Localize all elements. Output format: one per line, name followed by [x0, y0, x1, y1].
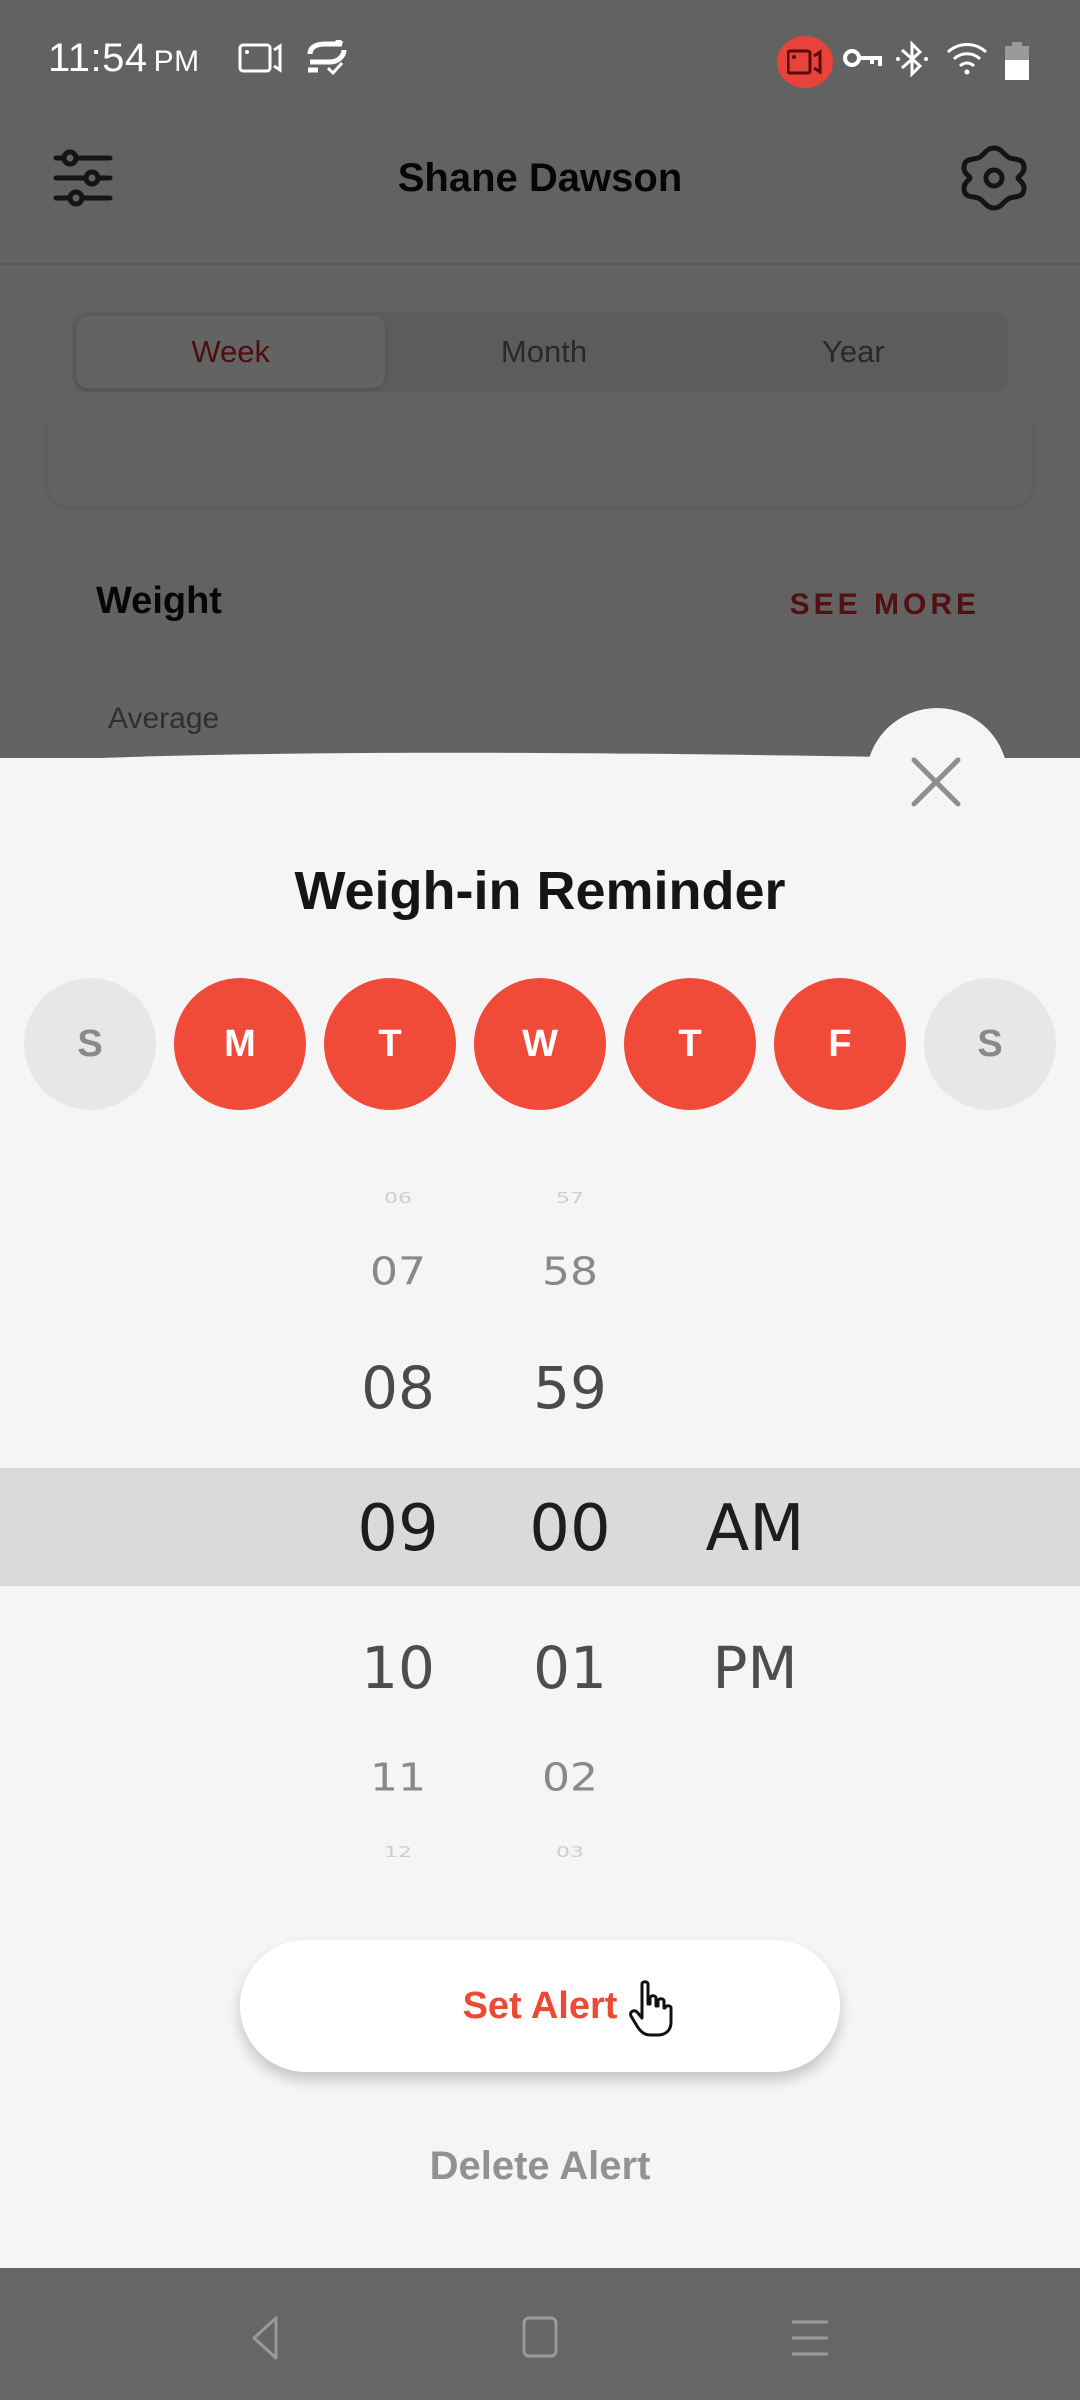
hour-option[interactable]: 07: [308, 1249, 488, 1294]
minute-option[interactable]: 03: [480, 1844, 660, 1862]
day-selector: S M T W T F S: [24, 978, 1056, 1110]
home-icon[interactable]: [510, 2308, 570, 2368]
period-option[interactable]: PM: [665, 1634, 845, 1702]
hour-option[interactable]: 10: [308, 1634, 488, 1702]
hand-pointer-cursor-icon: [629, 1980, 673, 2037]
vpn-key-icon: [843, 49, 882, 67]
day-toggle-saturday[interactable]: S: [924, 978, 1056, 1110]
close-x-icon: [911, 757, 961, 807]
minute-selected[interactable]: 00: [480, 1492, 660, 1566]
minute-option[interactable]: 59: [480, 1354, 660, 1422]
status-time: 11:54 PM: [48, 36, 200, 81]
period-selected[interactable]: AM: [665, 1492, 845, 1566]
minute-option[interactable]: 58: [480, 1249, 660, 1294]
bluetooth-icon: [896, 40, 928, 78]
sync-check-icon: [307, 40, 347, 76]
status-clock: 11:54: [48, 36, 148, 80]
back-icon[interactable]: [236, 2308, 296, 2368]
minute-option[interactable]: 02: [480, 1755, 660, 1800]
hour-option[interactable]: 06: [308, 1190, 488, 1208]
minute-option[interactable]: 01: [480, 1634, 660, 1702]
recording-camera-icon: [787, 49, 822, 75]
delete-alert-button[interactable]: Delete Alert: [0, 2144, 1080, 2189]
recents-menu-icon[interactable]: [780, 2308, 840, 2368]
hour-selected[interactable]: 09: [308, 1492, 488, 1566]
wifi-icon: [946, 43, 988, 75]
day-toggle-sunday[interactable]: S: [24, 978, 156, 1110]
day-toggle-friday[interactable]: F: [774, 978, 906, 1110]
hour-option[interactable]: 08: [308, 1354, 488, 1422]
hour-option[interactable]: 12: [308, 1844, 488, 1862]
set-alert-button[interactable]: Set Alert: [240, 1940, 840, 2072]
day-toggle-tuesday[interactable]: T: [324, 978, 456, 1110]
status-ampm: PM: [153, 45, 200, 78]
screen-record-icon: [238, 43, 282, 73]
battery-icon: [1005, 42, 1029, 80]
day-toggle-thursday[interactable]: T: [624, 978, 756, 1110]
minute-option[interactable]: 57: [480, 1190, 660, 1208]
hour-option[interactable]: 11: [308, 1755, 488, 1800]
day-toggle-wednesday[interactable]: W: [474, 978, 606, 1110]
close-button[interactable]: [900, 746, 972, 818]
recording-indicator: [777, 36, 833, 88]
system-nav-bar: [0, 2268, 1080, 2400]
sheet-title: Weigh-in Reminder: [294, 861, 786, 921]
day-toggle-monday[interactable]: M: [174, 978, 306, 1110]
